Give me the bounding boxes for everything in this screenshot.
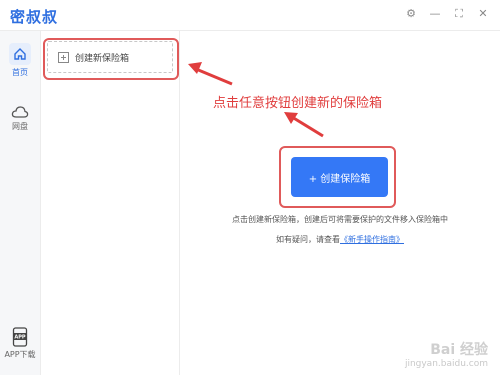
plus-box-icon (58, 51, 69, 63)
settings-icon[interactable]: ⚙ (404, 7, 418, 21)
sidebar-item-home[interactable]: 首页 (0, 43, 40, 78)
annotation-text: 点击任意按钮创建新的保险箱 (213, 96, 383, 111)
create-vault-button[interactable]: + 创建保险箱 (291, 157, 388, 197)
watermark: Bai 经验 jingyan.baidu.com (405, 339, 488, 369)
watermark-logo: Bai 经验 (430, 342, 488, 358)
sidebar-item-cloud[interactable]: 网盘 (0, 105, 40, 132)
close-icon[interactable]: ✕ (476, 7, 490, 21)
help-text: 如有疑问，请查看《新手操作指南》 (180, 234, 500, 245)
app-title: 密叔叔 (10, 8, 59, 26)
maximize-icon[interactable]: ⛶ (452, 7, 466, 21)
sidebar-rail: 首页 网盘 APP APP下载 (0, 31, 41, 375)
window-controls: ⚙ — ⛶ ✕ (404, 7, 490, 21)
create-vault-button-label: + 创建保险箱 (308, 173, 371, 185)
vault-list-pane: 创建新保险箱 (41, 31, 180, 375)
cloud-icon (11, 106, 29, 118)
sidebar-item-app-download[interactable]: APP APP下载 (0, 327, 40, 360)
watermark-url: jingyan.baidu.com (404, 359, 488, 369)
app-download-icon: APP (12, 327, 28, 347)
create-vault-item[interactable]: 创建新保险箱 (47, 41, 173, 73)
help-prefix: 如有疑问，请查看 (276, 235, 340, 244)
title-bar: 密叔叔 ⚙ — ⛶ ✕ (0, 0, 500, 31)
sidebar-item-label: 首页 (12, 68, 28, 77)
description-text: 点击创建新保险箱，创建后可将需要保护的文件移入保险箱中 (232, 215, 448, 224)
sidebar-item-label: 网盘 (12, 122, 28, 131)
sidebar-item-label: APP下载 (4, 350, 36, 359)
home-icon (9, 43, 31, 65)
minimize-icon[interactable]: — (428, 7, 442, 21)
guide-link[interactable]: 《新手操作指南》 (340, 235, 404, 244)
svg-text:APP: APP (14, 335, 26, 341)
create-vault-label: 创建新保险箱 (75, 53, 130, 64)
